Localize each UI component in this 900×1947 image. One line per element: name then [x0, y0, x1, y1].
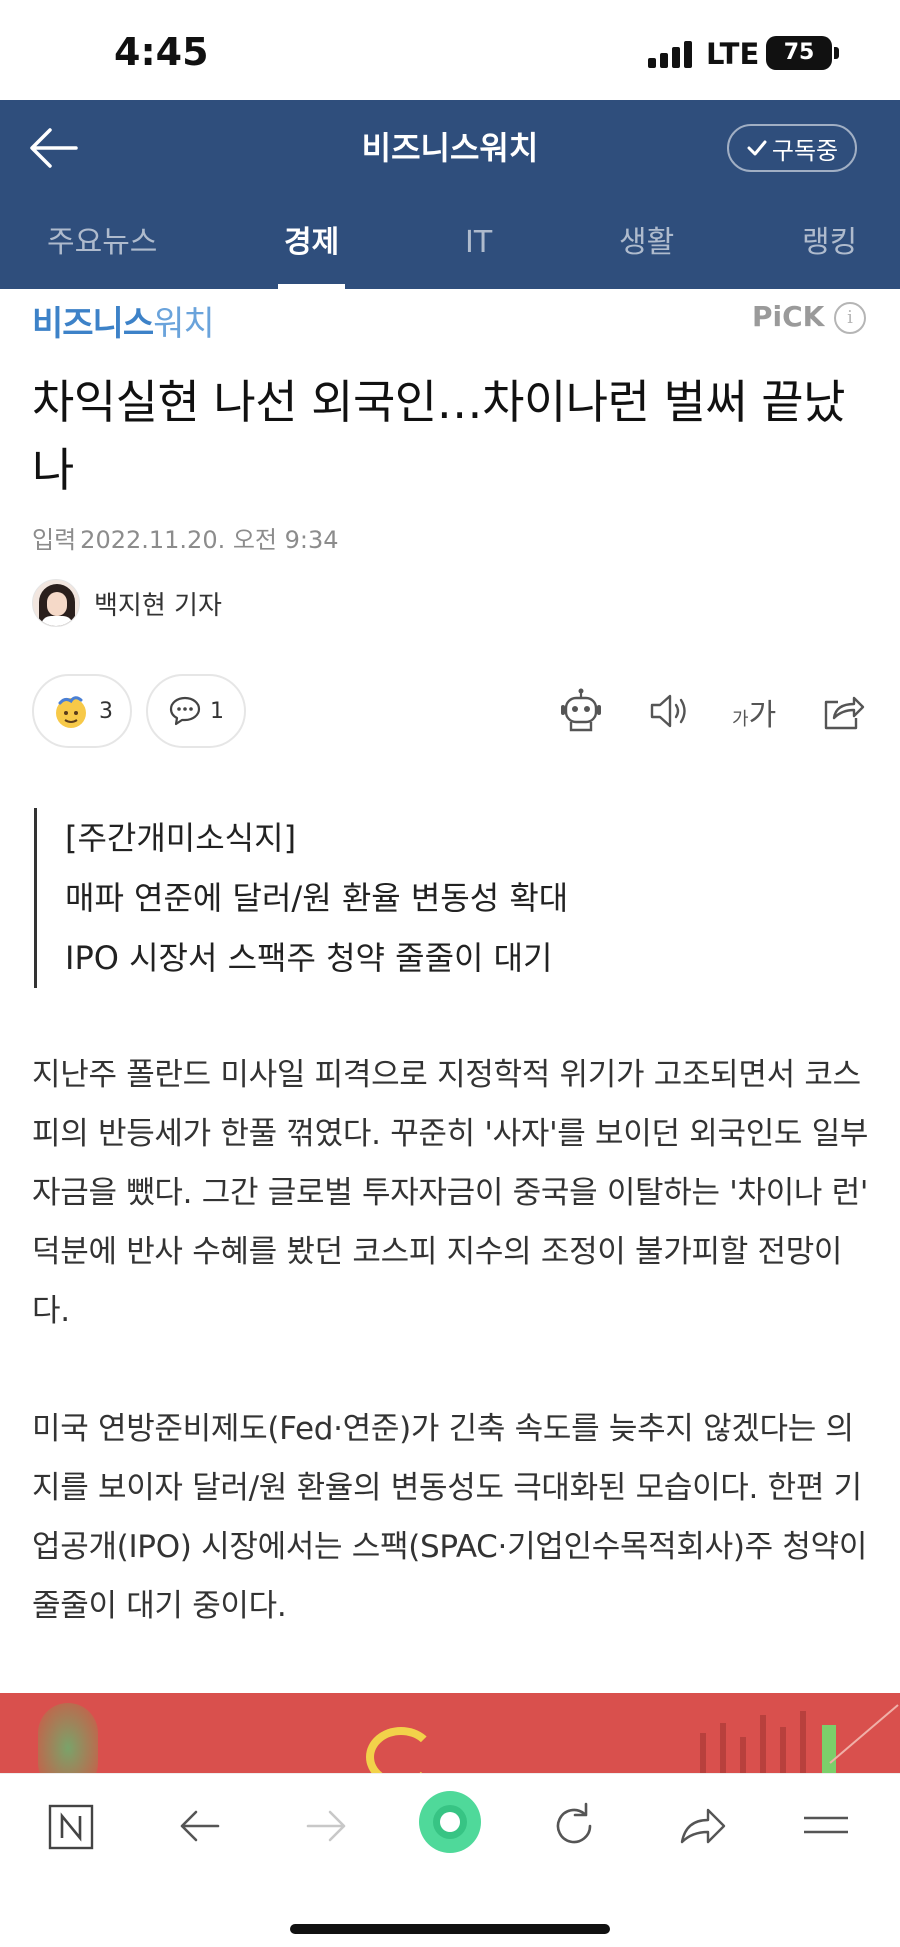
back-nav-icon[interactable]: [172, 1798, 228, 1854]
info-icon[interactable]: i: [834, 302, 866, 334]
reaction-count: 3: [99, 698, 113, 724]
tab-main-news[interactable]: 주요뉴스: [47, 197, 157, 289]
font-size-small-glyph: 가: [732, 709, 749, 730]
comment-count: 1: [210, 698, 224, 724]
reporter-name: 백지현 기자: [94, 590, 222, 621]
share-page-icon[interactable]: [674, 1798, 730, 1854]
reporter[interactable]: 백지현 기자: [32, 578, 222, 628]
subscribe-button[interactable]: 구독중: [727, 124, 857, 172]
comment-icon: [169, 696, 201, 726]
press-logo-main: 비즈니스: [32, 304, 154, 344]
back-arrow-icon[interactable]: [28, 122, 84, 174]
app-header: 비즈니스워치 구독중: [0, 100, 900, 197]
date-value: 2022.11.20. 오전 9:34: [80, 526, 339, 554]
press-logo[interactable]: 비즈니스워치: [32, 296, 215, 345]
share-icon[interactable]: [820, 688, 866, 734]
article-paragraph: 미국 연방준비제도(Fed·연준)가 긴축 속도를 늦추지 않겠다는 의지를 보…: [32, 1411, 868, 1624]
article-date: 입력 2022.11.20. 오전 9:34: [32, 520, 339, 555]
check-icon: [747, 140, 767, 156]
category-tabs: 주요뉴스 경제 IT 생활 랭킹: [0, 197, 900, 289]
article-paragraph: 지난주 폴란드 미사일 피격으로 지정학적 위기가 고조되면서 코스피의 반등세…: [32, 1057, 869, 1329]
battery-tip: [834, 47, 839, 59]
tab-life[interactable]: 생활: [619, 197, 674, 289]
battery-icon: 75: [766, 36, 832, 70]
tab-ranking[interactable]: 랭킹: [802, 197, 857, 289]
comment-button[interactable]: 1: [146, 674, 246, 748]
status-time: 4:45: [114, 30, 209, 74]
article-summary: [주간개미소식지] 매파 연준에 달러/원 환율 변동성 확대 IPO 시장서 …: [34, 808, 854, 988]
browser-toolbar: [0, 1773, 900, 1947]
summary-line: IPO 시장서 스팩주 청약 줄줄이 대기: [65, 939, 553, 977]
pick-badge: PiCK: [752, 300, 825, 333]
ai-summary-robot-icon[interactable]: [558, 688, 604, 734]
font-size-large-glyph: 가: [748, 698, 777, 733]
tab-it[interactable]: IT: [465, 197, 492, 289]
article-headline: 차익실현 나선 외국인…차이나런 벌써 끝났나: [32, 375, 845, 497]
green-dot-button-icon[interactable]: [418, 1790, 482, 1854]
menu-icon[interactable]: [798, 1798, 854, 1854]
font-size-button[interactable]: 가가: [732, 690, 776, 734]
naver-home-icon[interactable]: [44, 1798, 100, 1854]
network-type: LTE: [706, 37, 760, 71]
article-image: [0, 1693, 900, 1773]
date-label: 입력: [32, 526, 77, 554]
press-logo-sub: 워치: [153, 304, 215, 344]
reaction-emoji-icon: [56, 696, 86, 728]
summary-line: [주간개미소식지]: [65, 819, 297, 857]
forward-nav-icon[interactable]: [298, 1798, 354, 1854]
avatar: [32, 579, 80, 627]
summary-line: 매파 연준에 달러/원 환율 변동성 확대: [65, 879, 569, 917]
subscribe-label: 구독중: [771, 136, 839, 165]
status-bar: 4:45 LTE 75: [0, 0, 900, 100]
refresh-icon[interactable]: [546, 1798, 602, 1854]
tab-economy[interactable]: 경제: [277, 197, 346, 289]
home-indicator: [290, 1924, 610, 1934]
speaker-icon[interactable]: [646, 688, 692, 734]
signal-icon: [648, 40, 696, 68]
reaction-button[interactable]: 3: [32, 674, 132, 748]
